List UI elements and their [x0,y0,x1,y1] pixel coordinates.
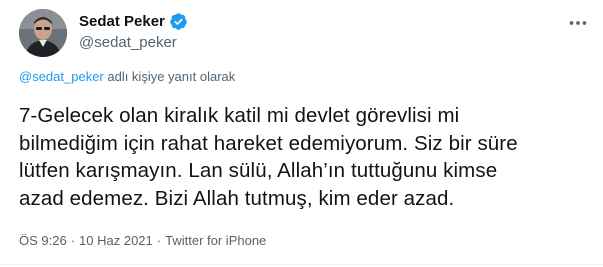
avatar[interactable] [19,9,67,57]
tweet-date-link[interactable]: 10 Haz 2021 [79,232,153,250]
meta-separator: · [156,233,162,248]
divider [0,264,603,265]
tweet-meta: ÖS 9:26 · 10 Haz 2021 · Twitter for iPho… [19,232,266,250]
more-horizontal-icon[interactable] [567,12,589,34]
tweet-text: 7-Gelecek olan kiralık katil mi devlet g… [19,104,518,210]
meta-separator: · [70,233,76,248]
tweet-time-link[interactable]: ÖS 9:26 [19,232,67,250]
reply-mention-link[interactable]: @sedat_peker [19,69,104,84]
tweet-card: Sedat Peker @sedat_peker @sedat_peker ad… [0,0,603,267]
name-row: Sedat Peker [79,11,188,32]
reply-context: @sedat_peker adlı kişiye yanıt olarak [19,68,235,86]
reply-context-text: adlı kişiye yanıt olarak [103,69,236,84]
display-name[interactable]: Sedat Peker [79,12,165,32]
tweet-source-link[interactable]: Twitter for iPhone [165,232,266,250]
profile-photo-icon [19,9,67,57]
user-handle[interactable]: @sedat_peker [79,33,177,53]
verified-badge-icon [169,12,188,31]
